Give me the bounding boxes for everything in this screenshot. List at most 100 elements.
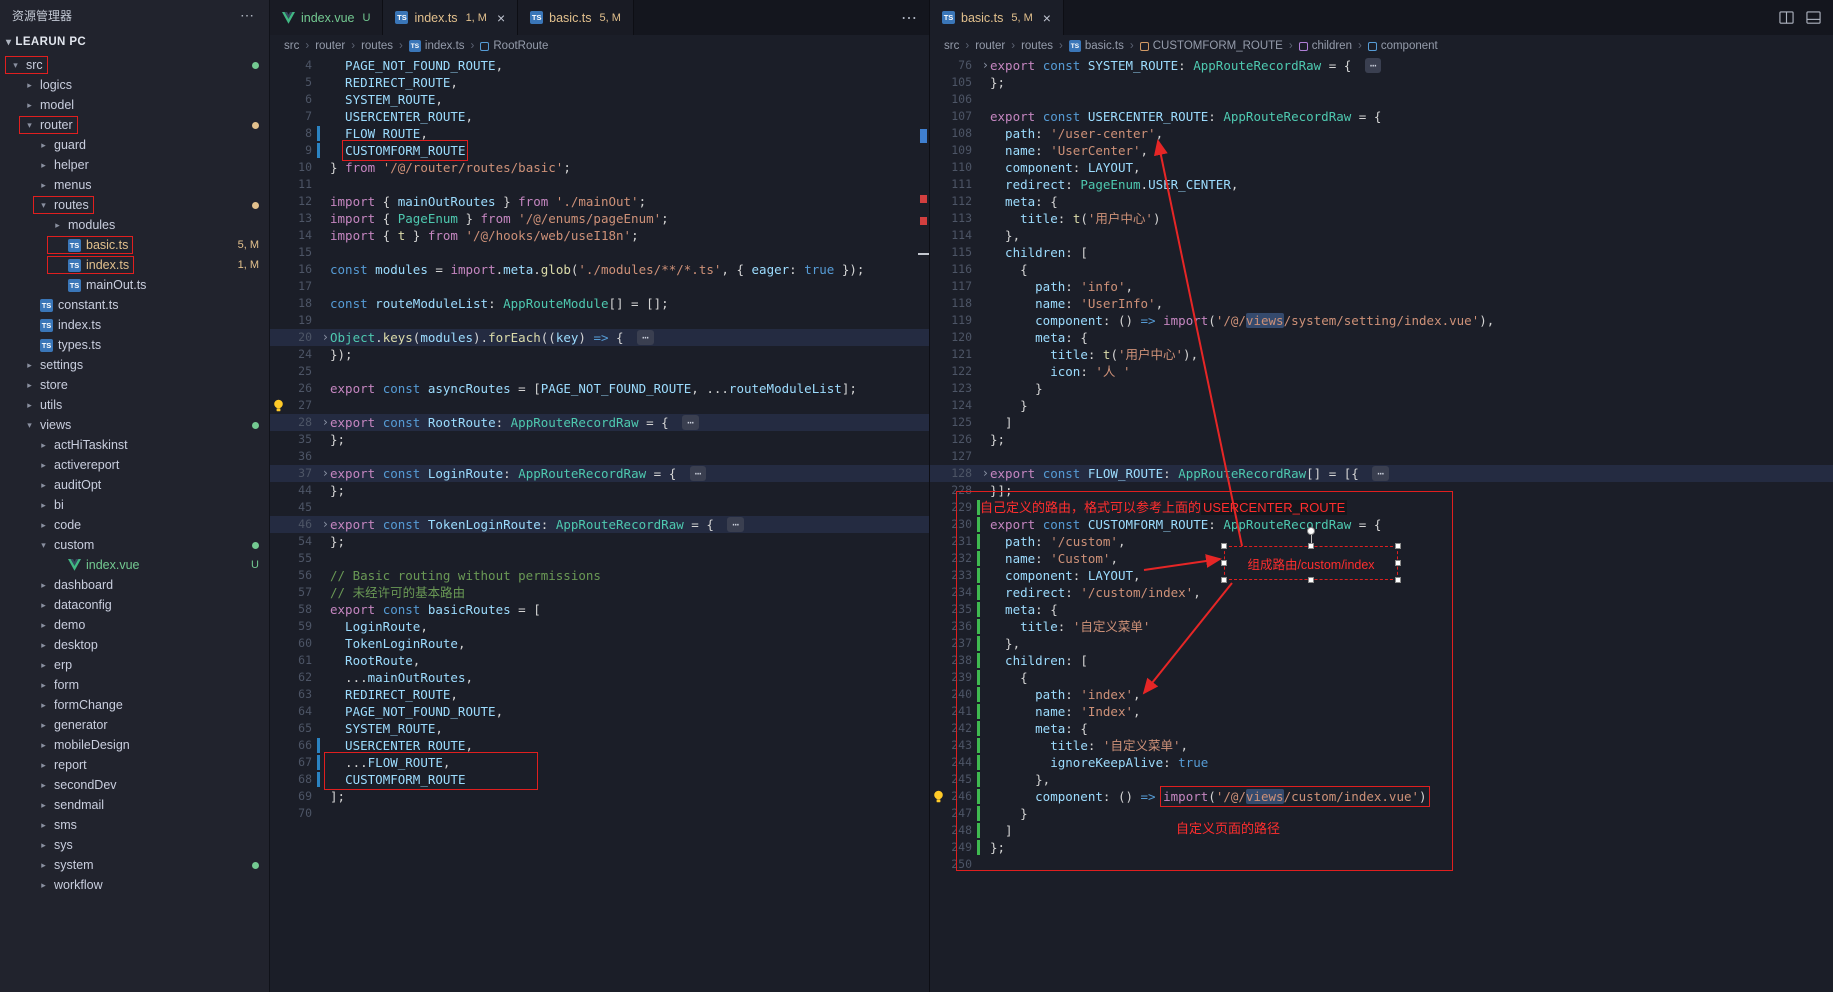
- code-line-243[interactable]: 243 title: '自定义菜单',: [930, 737, 1833, 754]
- code-line-15[interactable]: 15: [270, 244, 929, 261]
- folded-code-badge[interactable]: ⋯: [690, 466, 707, 481]
- tree-item-menus[interactable]: ▸menus: [0, 175, 269, 195]
- fold-chevron-icon[interactable]: ›: [322, 414, 329, 431]
- tree-item-views[interactable]: ▾views: [0, 415, 269, 435]
- tree-item-routes[interactable]: ▾routes: [0, 195, 269, 215]
- code-line-248[interactable]: 248 ]: [930, 822, 1833, 839]
- code-line-118[interactable]: 118 name: 'UserInfo',: [930, 295, 1833, 312]
- breadcrumb-item-src[interactable]: src: [284, 40, 299, 52]
- code-line-44[interactable]: 44};: [270, 482, 929, 499]
- breadcrumb-item-customform-route[interactable]: CUSTOMFORM_ROUTE: [1140, 40, 1283, 52]
- tree-item-generator[interactable]: ▸generator: [0, 715, 269, 735]
- tree-item-dataconfig[interactable]: ▸dataconfig: [0, 595, 269, 615]
- code-line-46[interactable]: 46›export const TokenLoginRoute: AppRout…: [270, 516, 929, 533]
- tree-item-sendmail[interactable]: ▸sendmail: [0, 795, 269, 815]
- code-line-25[interactable]: 25: [270, 363, 929, 380]
- code-line-37[interactable]: 37›export const LoginRoute: AppRouteReco…: [270, 465, 929, 482]
- code-line-55[interactable]: 55: [270, 550, 929, 567]
- code-line-238[interactable]: 238 children: [: [930, 652, 1833, 669]
- code-line-126[interactable]: 126};: [930, 431, 1833, 448]
- code-line-122[interactable]: 122 icon: '人 ': [930, 363, 1833, 380]
- code-line-13[interactable]: 13import { PageEnum } from '/@/enums/pag…: [270, 210, 929, 227]
- tree-item-helper[interactable]: ▸helper: [0, 155, 269, 175]
- tree-item-modules[interactable]: ▸modules: [0, 215, 269, 235]
- tree-item-sms[interactable]: ▸sms: [0, 815, 269, 835]
- tree-item-desktop[interactable]: ▸desktop: [0, 635, 269, 655]
- code-line-60[interactable]: 60 TokenLoginRoute,: [270, 635, 929, 652]
- breadcrumb-item-index.ts[interactable]: TSindex.ts: [409, 40, 465, 52]
- code-line-36[interactable]: 36: [270, 448, 929, 465]
- editor-index-ts[interactable]: 4 PAGE_NOT_FOUND_ROUTE,5 REDIRECT_ROUTE,…: [270, 57, 929, 992]
- tree-item-basic.ts[interactable]: TSbasic.ts5, M: [0, 235, 269, 255]
- code-line-57[interactable]: 57// 未经许可的基本路由: [270, 584, 929, 601]
- tree-item-form[interactable]: ▸form: [0, 675, 269, 695]
- tree-item-model[interactable]: ▸model: [0, 95, 269, 115]
- code-line-65[interactable]: 65 SYSTEM_ROUTE,: [270, 720, 929, 737]
- tree-item-index.ts[interactable]: TSindex.ts: [0, 315, 269, 335]
- code-line-110[interactable]: 110 component: LAYOUT,: [930, 159, 1833, 176]
- code-line-61[interactable]: 61 RootRoute,: [270, 652, 929, 669]
- code-line-241[interactable]: 241 name: 'Index',: [930, 703, 1833, 720]
- tree-item-system[interactable]: ▸system: [0, 855, 269, 875]
- tree-item-router[interactable]: ▾router: [0, 115, 269, 135]
- layout-icon[interactable]: [1806, 10, 1821, 25]
- code-line-67[interactable]: 67 ...FLOW_ROUTE,: [270, 754, 929, 771]
- tree-item-settings[interactable]: ▸settings: [0, 355, 269, 375]
- close-icon[interactable]: ×: [1043, 10, 1051, 26]
- code-line-244[interactable]: 244 ignoreKeepAlive: true: [930, 754, 1833, 771]
- code-line-125[interactable]: 125 ]: [930, 414, 1833, 431]
- code-line-249[interactable]: 249};: [930, 839, 1833, 856]
- code-line-114[interactable]: 114 },: [930, 227, 1833, 244]
- code-line-70[interactable]: 70: [270, 805, 929, 822]
- code-line-17[interactable]: 17: [270, 278, 929, 295]
- tree-item-utils[interactable]: ▸utils: [0, 395, 269, 415]
- code-line-250[interactable]: 250: [930, 856, 1833, 873]
- breadcrumb-item-src[interactable]: src: [944, 40, 959, 52]
- tab-index.vue[interactable]: index.vueU: [270, 0, 383, 35]
- code-line-115[interactable]: 115 children: [: [930, 244, 1833, 261]
- breadcrumb-item-router[interactable]: router: [975, 40, 1005, 52]
- more-actions-icon[interactable]: ⋯: [901, 8, 917, 28]
- folded-code-badge[interactable]: ⋯: [682, 415, 699, 430]
- tree-item-index.vue[interactable]: index.vueU: [0, 555, 269, 575]
- tree-item-store[interactable]: ▸store: [0, 375, 269, 395]
- fold-chevron-icon[interactable]: ›: [982, 465, 989, 482]
- tree-item-seconddev[interactable]: ▸secondDev: [0, 775, 269, 795]
- code-line-6[interactable]: 6 SYSTEM_ROUTE,: [270, 91, 929, 108]
- tree-item-guard[interactable]: ▸guard: [0, 135, 269, 155]
- code-line-11[interactable]: 11: [270, 176, 929, 193]
- code-line-111[interactable]: 111 redirect: PageEnum.USER_CENTER,: [930, 176, 1833, 193]
- code-line-113[interactable]: 113 title: t('用户中心'): [930, 210, 1833, 227]
- explorer-more-icon[interactable]: ⋯: [240, 7, 255, 24]
- breadcrumb-item-router[interactable]: router: [315, 40, 345, 52]
- tree-item-mainout.ts[interactable]: TSmainOut.ts: [0, 275, 269, 295]
- code-line-59[interactable]: 59 LoginRoute,: [270, 618, 929, 635]
- code-line-116[interactable]: 116 {: [930, 261, 1833, 278]
- fold-chevron-icon[interactable]: ›: [322, 516, 329, 533]
- code-line-56[interactable]: 56// Basic routing without permissions: [270, 567, 929, 584]
- code-line-234[interactable]: 234 redirect: '/custom/index',: [930, 584, 1833, 601]
- folded-code-badge[interactable]: ⋯: [1365, 58, 1382, 73]
- code-line-239[interactable]: 239 {: [930, 669, 1833, 686]
- project-section-header[interactable]: ▾ LEARUN PC: [0, 30, 269, 54]
- tree-item-custom[interactable]: ▾custom: [0, 535, 269, 555]
- code-line-117[interactable]: 117 path: 'info',: [930, 278, 1833, 295]
- code-line-105[interactable]: 105};: [930, 74, 1833, 91]
- breadcrumb-item-children[interactable]: children: [1299, 40, 1352, 52]
- breadcrumb-item-component[interactable]: component: [1368, 40, 1438, 52]
- code-line-27[interactable]: 27: [270, 397, 929, 414]
- code-line-54[interactable]: 54};: [270, 533, 929, 550]
- fold-chevron-icon[interactable]: ›: [322, 329, 329, 346]
- tree-item-sys[interactable]: ▸sys: [0, 835, 269, 855]
- code-line-236[interactable]: 236 title: '自定义菜单': [930, 618, 1833, 635]
- fold-chevron-icon[interactable]: ›: [982, 57, 989, 74]
- tab-basic.ts[interactable]: TSbasic.ts5, M×: [930, 0, 1064, 35]
- code-line-231[interactable]: 231 path: '/custom',: [930, 533, 1833, 550]
- code-line-14[interactable]: 14import { t } from '/@/hooks/web/useI18…: [270, 227, 929, 244]
- code-line-62[interactable]: 62 ...mainOutRoutes,: [270, 669, 929, 686]
- split-editor-icon[interactable]: [1779, 10, 1794, 25]
- code-line-63[interactable]: 63 REDIRECT_ROUTE,: [270, 686, 929, 703]
- tab-basic.ts[interactable]: TSbasic.ts5, M: [518, 0, 634, 35]
- breadcrumb-item-routes[interactable]: routes: [361, 40, 393, 52]
- tree-item-demo[interactable]: ▸demo: [0, 615, 269, 635]
